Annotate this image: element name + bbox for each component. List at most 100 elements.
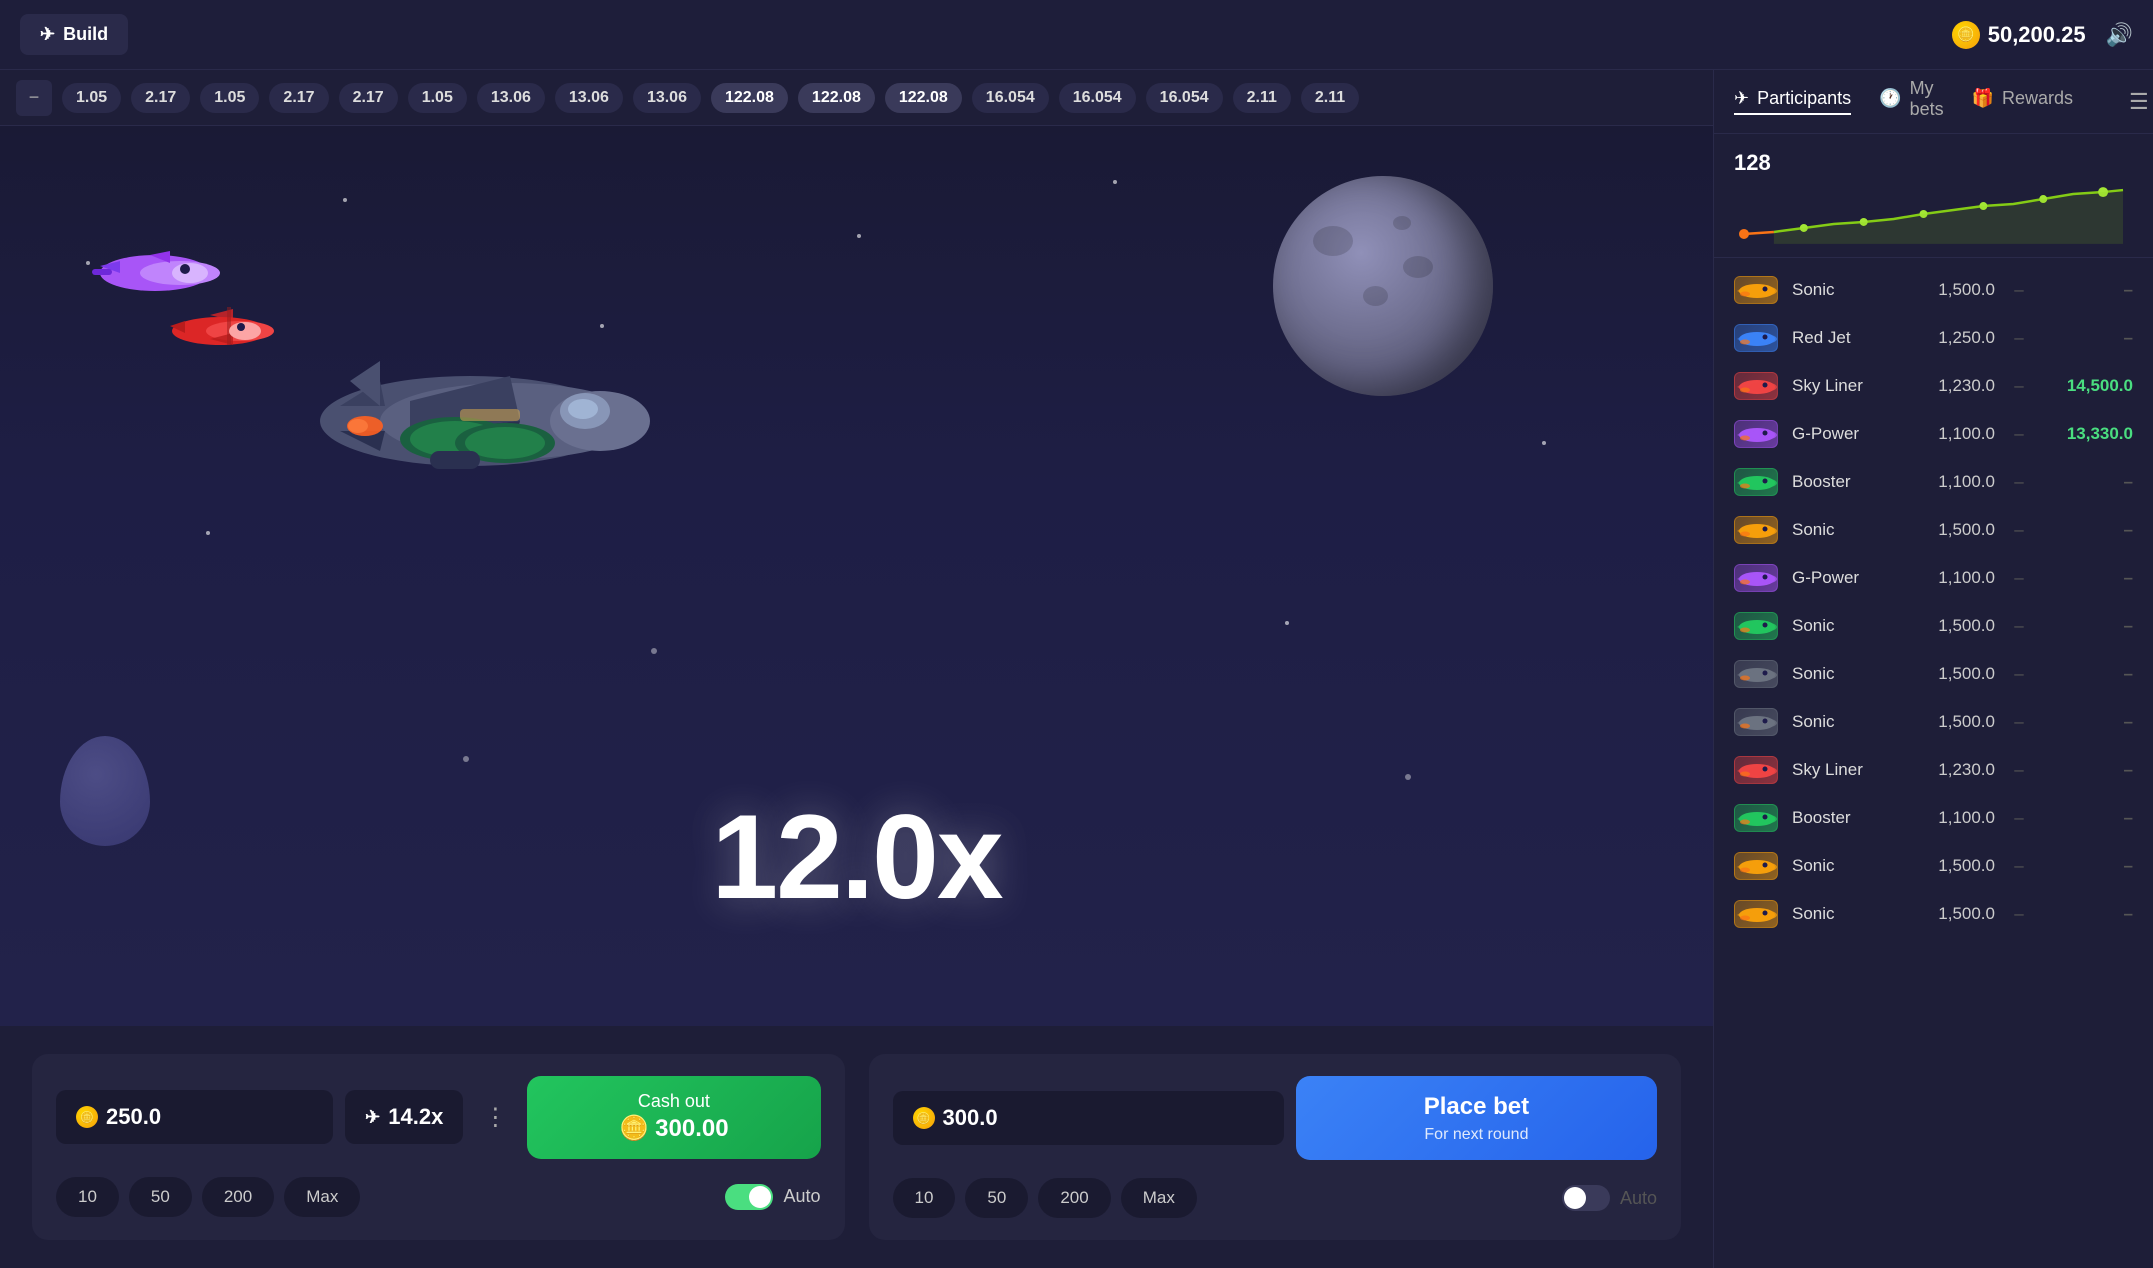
ticker-item: 1.05 xyxy=(200,83,259,113)
star-decoration xyxy=(343,198,347,202)
ticker-item: 122.08 xyxy=(885,83,962,113)
coin-icon-1: 🪙 xyxy=(76,1106,98,1128)
place-bet-button[interactable]: Place bet For next round xyxy=(1296,1076,1657,1160)
cashout-amount: 🪙 300.00 xyxy=(619,1113,728,1144)
participant-win: – xyxy=(2043,520,2133,540)
auto-toggle-1[interactable]: Auto xyxy=(725,1184,820,1210)
ticker-item: 13.06 xyxy=(477,83,545,113)
build-label: Build xyxy=(63,24,108,45)
participant-bet: 1,100.0 xyxy=(1915,808,1995,828)
participant-name: G-Power xyxy=(1792,424,1901,444)
participant-bet: 1,100.0 xyxy=(1915,568,1995,588)
quick-btn-10-2[interactable]: 10 xyxy=(893,1178,956,1218)
participant-row: Booster 1,100.0 – – xyxy=(1714,458,2153,506)
bet-amount-value-2: 300.0 xyxy=(943,1105,998,1131)
cashout-coin-icon: 🪙 xyxy=(619,1113,649,1144)
participant-win: – xyxy=(2043,664,2133,684)
participant-dash: – xyxy=(2009,328,2029,348)
quick-btn-max-1[interactable]: Max xyxy=(284,1177,360,1217)
ticker-item: 1.05 xyxy=(408,83,467,113)
multiplier-value: 12.0x xyxy=(711,790,1001,924)
participant-avatar xyxy=(1734,468,1778,496)
quick-btn-10-1[interactable]: 10 xyxy=(56,1177,119,1217)
participant-row: Sonic 1,500.0 – – xyxy=(1714,650,2153,698)
quick-btn-50-1[interactable]: 50 xyxy=(129,1177,192,1217)
history-icon: 🕐 xyxy=(1879,88,1901,109)
participant-bet: 1,500.0 xyxy=(1915,712,1995,732)
bet-amount-2: 🪙 300.0 xyxy=(893,1091,1284,1145)
participant-avatar xyxy=(1734,276,1778,304)
participants-chart xyxy=(1734,184,2133,244)
tab-participants-label: Participants xyxy=(1757,88,1851,109)
participant-avatar xyxy=(1734,516,1778,544)
game-area: − 1.05 2.17 1.05 2.17 2.17 1.05 13.06 13… xyxy=(0,70,1713,1268)
ticker-minus-button[interactable]: − xyxy=(16,80,52,116)
chart-area: 128 xyxy=(1714,134,2153,258)
chart-count: 128 xyxy=(1734,150,2133,176)
dot-decoration xyxy=(1405,774,1411,780)
participant-win: – xyxy=(2043,616,2133,636)
participant-win: – xyxy=(2043,808,2133,828)
build-button[interactable]: ✈ Build xyxy=(20,14,128,55)
participant-bet: 1,500.0 xyxy=(1915,616,1995,636)
moon-crater xyxy=(1403,256,1433,278)
bet-multiplier-1: ✈ 14.2x xyxy=(345,1090,463,1144)
right-menu-button[interactable]: ☰ xyxy=(2129,89,2149,115)
ticker-item: 122.08 xyxy=(711,83,788,113)
participant-row: Red Jet 1,250.0 – – xyxy=(1714,314,2153,362)
bet-top-row-2: 🪙 300.0 Place bet For next round xyxy=(893,1076,1658,1160)
participant-name: Sonic xyxy=(1792,616,1901,636)
participant-avatar xyxy=(1734,756,1778,784)
participant-bet: 1,500.0 xyxy=(1915,856,1995,876)
participant-dash: – xyxy=(2009,856,2029,876)
participant-avatar xyxy=(1734,708,1778,736)
bet-multiplier-value-1: 14.2x xyxy=(388,1104,443,1130)
tab-my-bets[interactable]: 🕐 My bets xyxy=(1879,78,1943,126)
participant-bet: 1,230.0 xyxy=(1915,760,1995,780)
place-bet-sublabel: For next round xyxy=(1424,1124,1528,1146)
plane-icon-2: ✈ xyxy=(365,1107,380,1128)
quick-btn-200-2[interactable]: 200 xyxy=(1038,1178,1110,1218)
participant-bet: 1,250.0 xyxy=(1915,328,1995,348)
participant-row: Sky Liner 1,230.0 – 14,500.0 xyxy=(1714,362,2153,410)
participant-row: G-Power 1,100.0 – 13,330.0 xyxy=(1714,410,2153,458)
cashout-label: Cash out xyxy=(638,1090,710,1113)
moon-crater xyxy=(1393,216,1411,230)
participant-avatar xyxy=(1734,804,1778,832)
participant-dash: – xyxy=(2009,904,2029,924)
participant-name: Sky Liner xyxy=(1792,376,1901,396)
dot-decoration xyxy=(651,648,657,654)
main-layout: − 1.05 2.17 1.05 2.17 2.17 1.05 13.06 13… xyxy=(0,70,2153,1268)
participant-dash: – xyxy=(2009,424,2029,444)
main-plane xyxy=(290,321,650,526)
tab-rewards[interactable]: 🎁 Rewards xyxy=(1972,88,2073,115)
cashout-button[interactable]: Cash out 🪙 300.00 xyxy=(527,1076,820,1159)
right-tabs: ✈ Participants 🕐 My bets 🎁 Rewards ☰ xyxy=(1714,70,2153,134)
participants-icon: ✈ xyxy=(1734,88,1749,109)
auto-label-2: Auto xyxy=(1620,1188,1657,1209)
participant-win: – xyxy=(2043,280,2133,300)
sky-canvas: 12.0x xyxy=(0,126,1713,1026)
auto-toggle-2[interactable]: Auto xyxy=(1562,1185,1657,1211)
options-dots-1[interactable]: ⋮ xyxy=(475,1095,515,1140)
auto-toggle-circle-2[interactable] xyxy=(1562,1185,1610,1211)
ticker-item: 16.054 xyxy=(1146,83,1223,113)
ticker-item: 16.054 xyxy=(1059,83,1136,113)
participant-name: Booster xyxy=(1792,472,1901,492)
quick-btn-50-2[interactable]: 50 xyxy=(965,1178,1028,1218)
participants-list: Sonic 1,500.0 – – Red Jet 1,250.0 – – xyxy=(1714,258,2153,1268)
participant-avatar xyxy=(1734,660,1778,688)
ticker-item: 16.054 xyxy=(972,83,1049,113)
coin-icon: 🪙 xyxy=(1952,21,1980,49)
tab-participants[interactable]: ✈ Participants xyxy=(1734,88,1851,115)
bet-panel-2: 🪙 300.0 Place bet For next round 10 50 2… xyxy=(869,1054,1682,1240)
ticker-item: 1.05 xyxy=(62,83,121,113)
participant-dash: – xyxy=(2009,520,2029,540)
quick-btn-200-1[interactable]: 200 xyxy=(202,1177,274,1217)
bet-amount-value-1: 250.0 xyxy=(106,1104,161,1130)
quick-btn-max-2[interactable]: Max xyxy=(1121,1178,1197,1218)
auto-toggle-circle-1[interactable] xyxy=(725,1184,773,1210)
sound-button[interactable]: 🔊 xyxy=(2106,22,2133,48)
ticker-item: 2.17 xyxy=(339,83,398,113)
participant-dash: – xyxy=(2009,568,2029,588)
